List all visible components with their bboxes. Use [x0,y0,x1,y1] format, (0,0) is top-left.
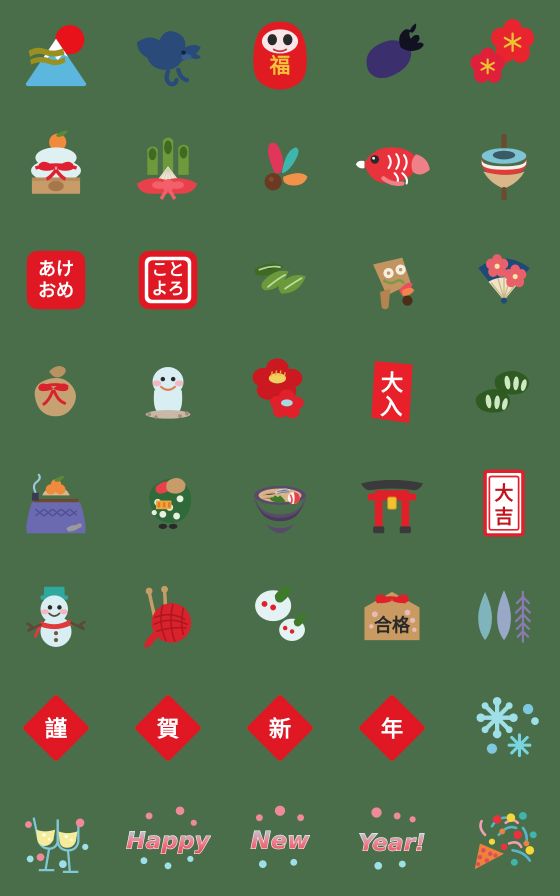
emoji-cell-hanetsuki-shuttle[interactable] [224,112,336,224]
oiri-kanji-1: 大 [381,370,404,396]
emoji-cell-oiri-card[interactable]: 大 入 大入 [336,336,448,448]
emoji-cell-snow-doll[interactable] [112,336,224,448]
word-text: New [251,827,310,855]
emoji-cell-kadomatsu[interactable] [112,112,224,224]
emoji-cell-bamboo-leaves[interactable] [224,224,336,336]
emoji-cell-rabbit-mochi[interactable] [224,560,336,672]
emoji-cell-stamp-kotoyoro[interactable]: こと よろ ことよろ [112,224,224,336]
emoji-cell-diamond-kin[interactable]: 謹 [0,672,112,784]
emoji-cell-kagami-mochi[interactable] [0,112,112,224]
omikuji-kanji-1: 大 [495,482,514,505]
emoji-cell-torii[interactable] [336,448,448,560]
emoji-cell-yarn[interactable] [112,560,224,672]
emoji-cell-ema-goukaku[interactable]: 合格 [336,560,448,672]
emoji-cell-diamond-shin[interactable]: 新 [224,672,336,784]
emoji-cell-pine-trees[interactable] [448,560,560,672]
daruma-kanji: 福 [269,53,291,77]
emoji-cell-word-happy[interactable]: Happy [112,784,224,896]
emoji-cell-snowman[interactable] [0,560,112,672]
word-text: Year! [358,829,425,856]
emoji-cell-folding-fan[interactable] [448,224,560,336]
emoji-grid: Mt. Fuji with rising sun Flying hawk 福 [0,0,560,896]
emoji-cell-mount-fuji[interactable]: Mt. Fuji with rising sun [0,0,112,112]
emoji-cell-daruma[interactable]: 福 [224,0,336,112]
emoji-cell-lucky-bag[interactable] [0,336,112,448]
emoji-cell-eggplant[interactable] [336,0,448,112]
emoji-cell-pine[interactable] [448,336,560,448]
stamp-text-line2: おめ [38,280,74,301]
stamp-text-line1: あけ [38,259,74,280]
stamp-text-line1: こと [152,260,185,279]
emoji-cell-diamond-ga[interactable]: 賀 [112,672,224,784]
emoji-cell-champagne[interactable] [0,784,112,896]
word-text: Happy [126,828,210,855]
diamond-kanji: 年 [381,716,403,743]
oiri-kanji-2: 入 [380,394,403,420]
emoji-cell-spinning-top[interactable] [448,112,560,224]
emoji-cell-word-new[interactable]: New [224,784,336,896]
emoji-cell-hawk[interactable]: Flying hawk [112,0,224,112]
diamond-kanji: 新 [269,716,291,743]
emoji-cell-osechi-figure[interactable] [112,448,224,560]
emoji-cell-hagoita[interactable] [336,224,448,336]
ema-kanji: 合格 [374,614,411,636]
emoji-cell-stamp-akeome[interactable]: あけ おめ あけおめ [0,224,112,336]
emoji-cell-camellia[interactable] [224,336,336,448]
emoji-cell-sea-bream[interactable] [336,112,448,224]
emoji-cell-snowflakes[interactable] [448,672,560,784]
emoji-cell-plum-blossom[interactable] [448,0,560,112]
emoji-cell-soba[interactable] [224,448,336,560]
omikuji-kanji-2: 吉 [495,505,514,528]
stamp-text-line2: よろ [152,279,185,298]
diamond-kanji: 賀 [156,717,180,743]
emoji-cell-diamond-nen[interactable]: 年 [336,672,448,784]
diamond-kanji: 謹 [45,716,67,743]
emoji-cell-kotatsu[interactable] [0,448,112,560]
emoji-cell-party-popper[interactable] [448,784,560,896]
emoji-cell-word-year[interactable]: Year! [336,784,448,896]
emoji-cell-daikichi[interactable]: 大 吉 大吉 [448,448,560,560]
